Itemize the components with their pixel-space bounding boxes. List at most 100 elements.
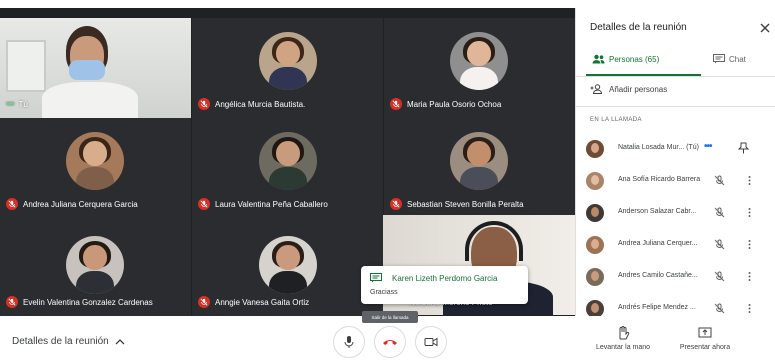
microphone-icon: [344, 336, 354, 348]
close-icon[interactable]: [759, 22, 771, 34]
participant-list-item[interactable]: Andrés Felipe Mendez ...: [586, 298, 772, 316]
mic-off-icon: [714, 207, 725, 218]
participant-list-name: Andrea Juliana Cerquer...: [618, 240, 698, 247]
speaking-dots-icon: •••: [704, 141, 712, 152]
participant-avatar: [66, 236, 124, 294]
participant-label: Maria Paula Osorio Ochoa: [390, 98, 501, 110]
add-people-button[interactable]: Añadir personas: [590, 84, 667, 94]
self-shirt: [42, 82, 138, 118]
panel-title: Detalles de la reunión: [590, 22, 687, 33]
participant-list-name: Natalia Losada Mur... (Tú): [618, 144, 699, 151]
meeting-details-button[interactable]: Detalles de la reunión: [12, 336, 125, 347]
participant-label: Evelin Valentina Gonzalez Cardenas: [6, 296, 153, 308]
mic-off-icon: [714, 239, 725, 250]
participant-list-item[interactable]: Andrea Juliana Cerquer...: [586, 234, 772, 256]
participant-label: Angélica Murcia Bautista.: [198, 98, 305, 110]
chat-sender: Karen Lizeth Perdomo Garcia: [392, 274, 498, 283]
more-vert-icon[interactable]: [744, 175, 755, 186]
raise-hand-button[interactable]: Levantar la mano: [591, 326, 655, 351]
participant-avatar: [66, 132, 124, 190]
participant-avatar: [259, 132, 317, 190]
self-tile-label: ••• Tú: [6, 99, 28, 110]
self-tile-name: Tú: [18, 100, 28, 109]
mic-off-icon: [6, 198, 18, 210]
avatar: [586, 268, 604, 286]
participant-tile[interactable]: Anngie Vanesa Gaita Ortiz: [192, 218, 383, 316]
participant-list-item[interactable]: Natalia Losada Mur... (Tú) •••: [586, 138, 772, 160]
divider: [576, 76, 775, 77]
participant-tile[interactable]: Maria Paula Osorio Ochoa: [384, 18, 575, 118]
participant-list-name: Anderson Salazar Cabr...: [618, 208, 697, 215]
mic-off-icon: [6, 296, 18, 308]
chat-icon: [370, 273, 382, 283]
pin-icon[interactable]: [738, 142, 749, 154]
participant-name: Andrea Juliana Cerquera Garcia: [23, 199, 138, 209]
avatar: [586, 140, 604, 158]
participant-label: Sebastian Steven Bonilla Peralta: [390, 198, 524, 210]
self-video-tile[interactable]: ••• Tú: [0, 18, 191, 118]
more-vert-icon[interactable]: [744, 239, 755, 250]
tab-chat[interactable]: Chat: [713, 54, 746, 64]
avatar: [586, 172, 604, 190]
participant-list-name: Ana Sofía Ricardo Barrera: [618, 176, 701, 183]
participant-list-item[interactable]: Anderson Salazar Cabr...: [586, 202, 772, 224]
raise-hand-label: Levantar la mano: [595, 344, 651, 351]
avatar: [586, 204, 604, 222]
participant-list-name: Andres Camilo Castañe...: [618, 272, 698, 279]
avatar: [586, 236, 604, 254]
participant-list-item[interactable]: Andres Camilo Castañe...: [586, 266, 772, 288]
chevron-up-icon: [115, 339, 125, 345]
participant-avatar: [259, 32, 317, 90]
avatar: [586, 300, 604, 316]
participant-name: Anngie Vanesa Gaita Ortiz: [215, 297, 310, 307]
participant-label: Anngie Vanesa Gaita Ortiz: [198, 296, 309, 308]
more-vert-icon[interactable]: [744, 271, 755, 282]
participant-name: Laura Valentina Peña Caballero: [215, 199, 328, 209]
tab-people[interactable]: Personas (65): [592, 54, 659, 64]
participant-label: Andrea Juliana Cerquera Garcia: [6, 198, 138, 210]
camera-button[interactable]: [415, 326, 447, 358]
section-label: EN LA LLAMADA: [590, 117, 642, 123]
participant-avatar: [450, 132, 508, 190]
mic-off-icon: [198, 98, 210, 110]
person-add-icon: [590, 84, 603, 94]
participant-avatar: [259, 236, 317, 294]
mic-off-icon: [198, 198, 210, 210]
face-mask: [69, 60, 105, 80]
more-vert-icon[interactable]: [744, 207, 755, 218]
more-vert-icon[interactable]: [744, 303, 755, 314]
leave-call-button[interactable]: [374, 326, 406, 358]
raise-hand-icon: [619, 326, 630, 340]
participant-tile[interactable]: Angélica Murcia Bautista.: [192, 18, 383, 118]
background-lamp: [6, 40, 46, 92]
meeting-details-panel: Detalles de la reunión Personas (65) Cha…: [575, 8, 775, 316]
people-icon: [592, 54, 605, 64]
speaking-dots-icon: •••: [6, 99, 14, 110]
participant-label: Laura Valentina Peña Caballero: [198, 198, 328, 210]
add-people-label: Añadir personas: [609, 84, 668, 94]
chat-icon: [713, 54, 725, 64]
present-screen-icon: [698, 327, 712, 338]
present-now-label: Presentar ahora: [679, 344, 731, 351]
participant-tile[interactable]: Andrea Juliana Cerquera Garcia: [0, 118, 191, 218]
microphone-button[interactable]: [333, 326, 365, 358]
participant-tile[interactable]: Evelin Valentina Gonzalez Cardenas: [0, 218, 191, 316]
participant-name: Sebastian Steven Bonilla Peralta: [407, 199, 524, 209]
participant-tile[interactable]: Laura Valentina Peña Caballero: [192, 118, 383, 218]
chat-notification[interactable]: Karen Lizeth Perdomo Garcia Graciass: [361, 266, 528, 304]
leave-call-tooltip: Salir de la llamada: [362, 311, 418, 323]
participant-list-name: Andrés Felipe Mendez ...: [618, 304, 696, 311]
participant-list-item[interactable]: Ana Sofía Ricardo Barrera: [586, 170, 772, 192]
meeting-details-label: Detalles de la reunión: [12, 336, 109, 347]
mic-off-icon: [714, 303, 725, 314]
tab-people-label: Personas (65): [609, 54, 660, 64]
mic-off-icon: [714, 271, 725, 282]
mic-off-icon: [714, 175, 725, 186]
divider: [576, 106, 775, 107]
participant-name: Evelin Valentina Gonzalez Cardenas: [23, 297, 153, 307]
hang-up-icon: [383, 340, 397, 345]
participant-tile[interactable]: Sebastian Steven Bonilla Peralta: [384, 118, 575, 218]
tab-chat-label: Chat: [729, 54, 746, 64]
chat-message: Graciass: [370, 289, 398, 296]
present-now-button[interactable]: Presentar ahora: [673, 326, 737, 351]
